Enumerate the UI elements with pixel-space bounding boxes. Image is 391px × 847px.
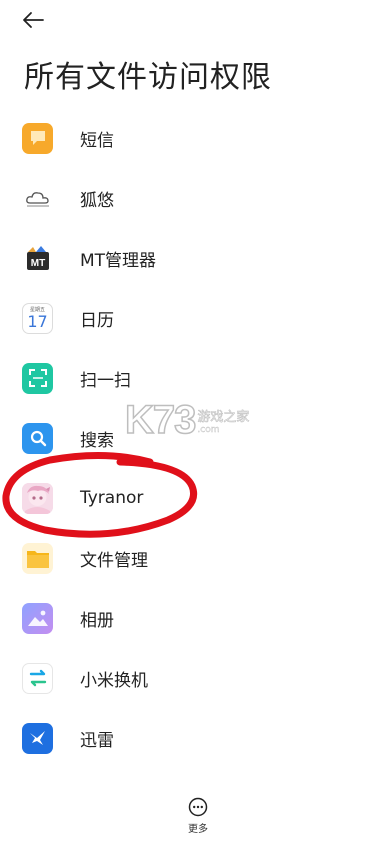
list-item-thunder[interactable]: 迅雷	[0, 708, 391, 768]
svg-text:MT: MT	[30, 258, 44, 269]
app-label: 短信	[80, 130, 114, 151]
gallery-icon	[22, 602, 53, 634]
messages-icon	[22, 122, 53, 154]
search-icon	[22, 422, 53, 454]
calendar-icon: 星期五 17	[22, 302, 53, 334]
calendar-day: 17	[27, 311, 48, 331]
app-label: 小米换机	[80, 670, 148, 691]
folder-icon	[22, 542, 53, 574]
list-item-calendar[interactable]: 星期五 17 日历	[0, 288, 391, 348]
list-item-messages[interactable]: 短信	[0, 108, 391, 168]
list-item-mi-mover[interactable]: 小米换机	[0, 648, 391, 708]
list-item-file-manager[interactable]: 文件管理	[0, 528, 391, 588]
app-label: 搜索	[80, 430, 114, 451]
list-item-gallery[interactable]: 相册	[0, 588, 391, 648]
list-item-huyou[interactable]: 狐悠	[0, 168, 391, 228]
more-dots-icon	[188, 797, 208, 817]
list-item-tyranor[interactable]: Tyranor	[0, 468, 391, 528]
app-label: 扫一扫	[80, 370, 131, 391]
tyranor-avatar-icon	[22, 482, 53, 514]
app-label: 相册	[80, 610, 114, 631]
scanner-icon	[22, 362, 53, 394]
app-list: 短信 狐悠 MT MT管理器 星期五 17 日历 扫一扫 搜索 Tyranor …	[0, 108, 391, 768]
list-item-scanner[interactable]: 扫一扫	[0, 348, 391, 408]
mt-manager-icon: MT	[22, 242, 53, 274]
more-label: 更多	[188, 824, 208, 835]
app-label: 日历	[80, 310, 114, 331]
list-item-search[interactable]: 搜索	[0, 408, 391, 468]
page-title: 所有文件访问权限	[24, 60, 272, 95]
app-label: MT管理器	[80, 250, 157, 271]
mi-mover-icon	[22, 662, 53, 694]
back-arrow-icon	[23, 12, 44, 28]
more-button[interactable]: 更多	[175, 797, 221, 835]
app-label: Tyranor	[80, 488, 144, 508]
app-label: 狐悠	[80, 190, 114, 211]
thunder-bird-icon	[22, 722, 53, 754]
app-label: 文件管理	[80, 550, 148, 571]
list-item-mt-manager[interactable]: MT MT管理器	[0, 228, 391, 288]
app-label: 迅雷	[80, 730, 114, 751]
cloud-icon	[22, 182, 53, 214]
back-button[interactable]	[22, 6, 56, 34]
